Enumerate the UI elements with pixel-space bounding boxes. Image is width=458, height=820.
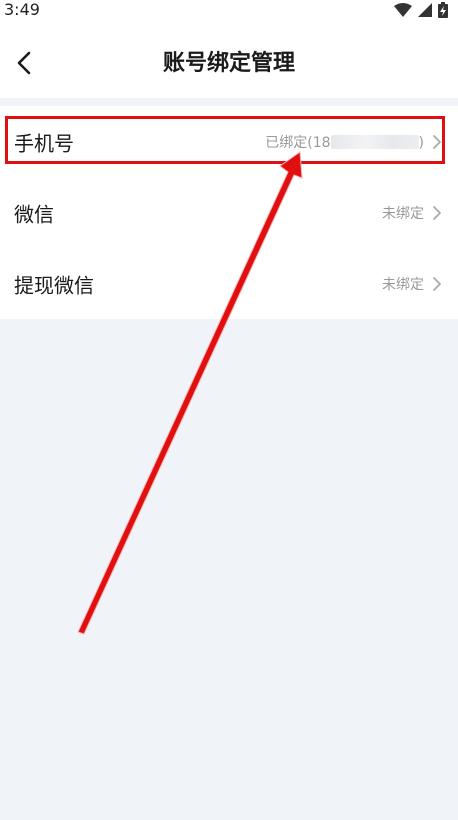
status-time: 3:49: [4, 0, 40, 19]
signal-icon: [418, 3, 432, 17]
binding-status-text-phone: 已绑定(18): [265, 132, 424, 152]
binding-row-phone[interactable]: 手机号 已绑定(18): [0, 106, 458, 177]
binding-label-withdraw-wechat: 提现微信: [14, 273, 94, 297]
binding-label-wechat: 微信: [14, 202, 54, 226]
battery-charging-icon: [438, 2, 448, 18]
page-title: 账号绑定管理: [162, 51, 295, 76]
binding-status-phone: 已绑定(18): [265, 132, 442, 152]
chevron-right-icon: [433, 134, 441, 149]
chevron-right-icon: [433, 205, 441, 220]
binding-status-withdraw-wechat: 未绑定: [382, 274, 442, 294]
status-bar: 3:49: [0, 0, 458, 22]
binding-row-wechat[interactable]: 微信 未绑定: [0, 177, 458, 248]
phone-status-suffix: ): [418, 134, 424, 151]
wifi-icon: [394, 3, 412, 17]
binding-status-text-wechat: 未绑定: [382, 205, 424, 222]
chevron-right-icon: [433, 276, 441, 291]
binding-list: 手机号 已绑定(18) 微信 未绑定 提现微信 未绑定: [0, 106, 458, 319]
header: 账号绑定管理: [0, 22, 458, 98]
phone-status-prefix: 已绑定(18: [265, 134, 331, 151]
masked-phone-number: [330, 134, 419, 149]
status-icons: [394, 2, 448, 18]
binding-status-text-withdraw-wechat: 未绑定: [382, 276, 424, 293]
binding-row-withdraw-wechat[interactable]: 提现微信 未绑定: [0, 248, 458, 319]
binding-label-phone: 手机号: [14, 131, 74, 155]
binding-status-wechat: 未绑定: [382, 203, 442, 223]
